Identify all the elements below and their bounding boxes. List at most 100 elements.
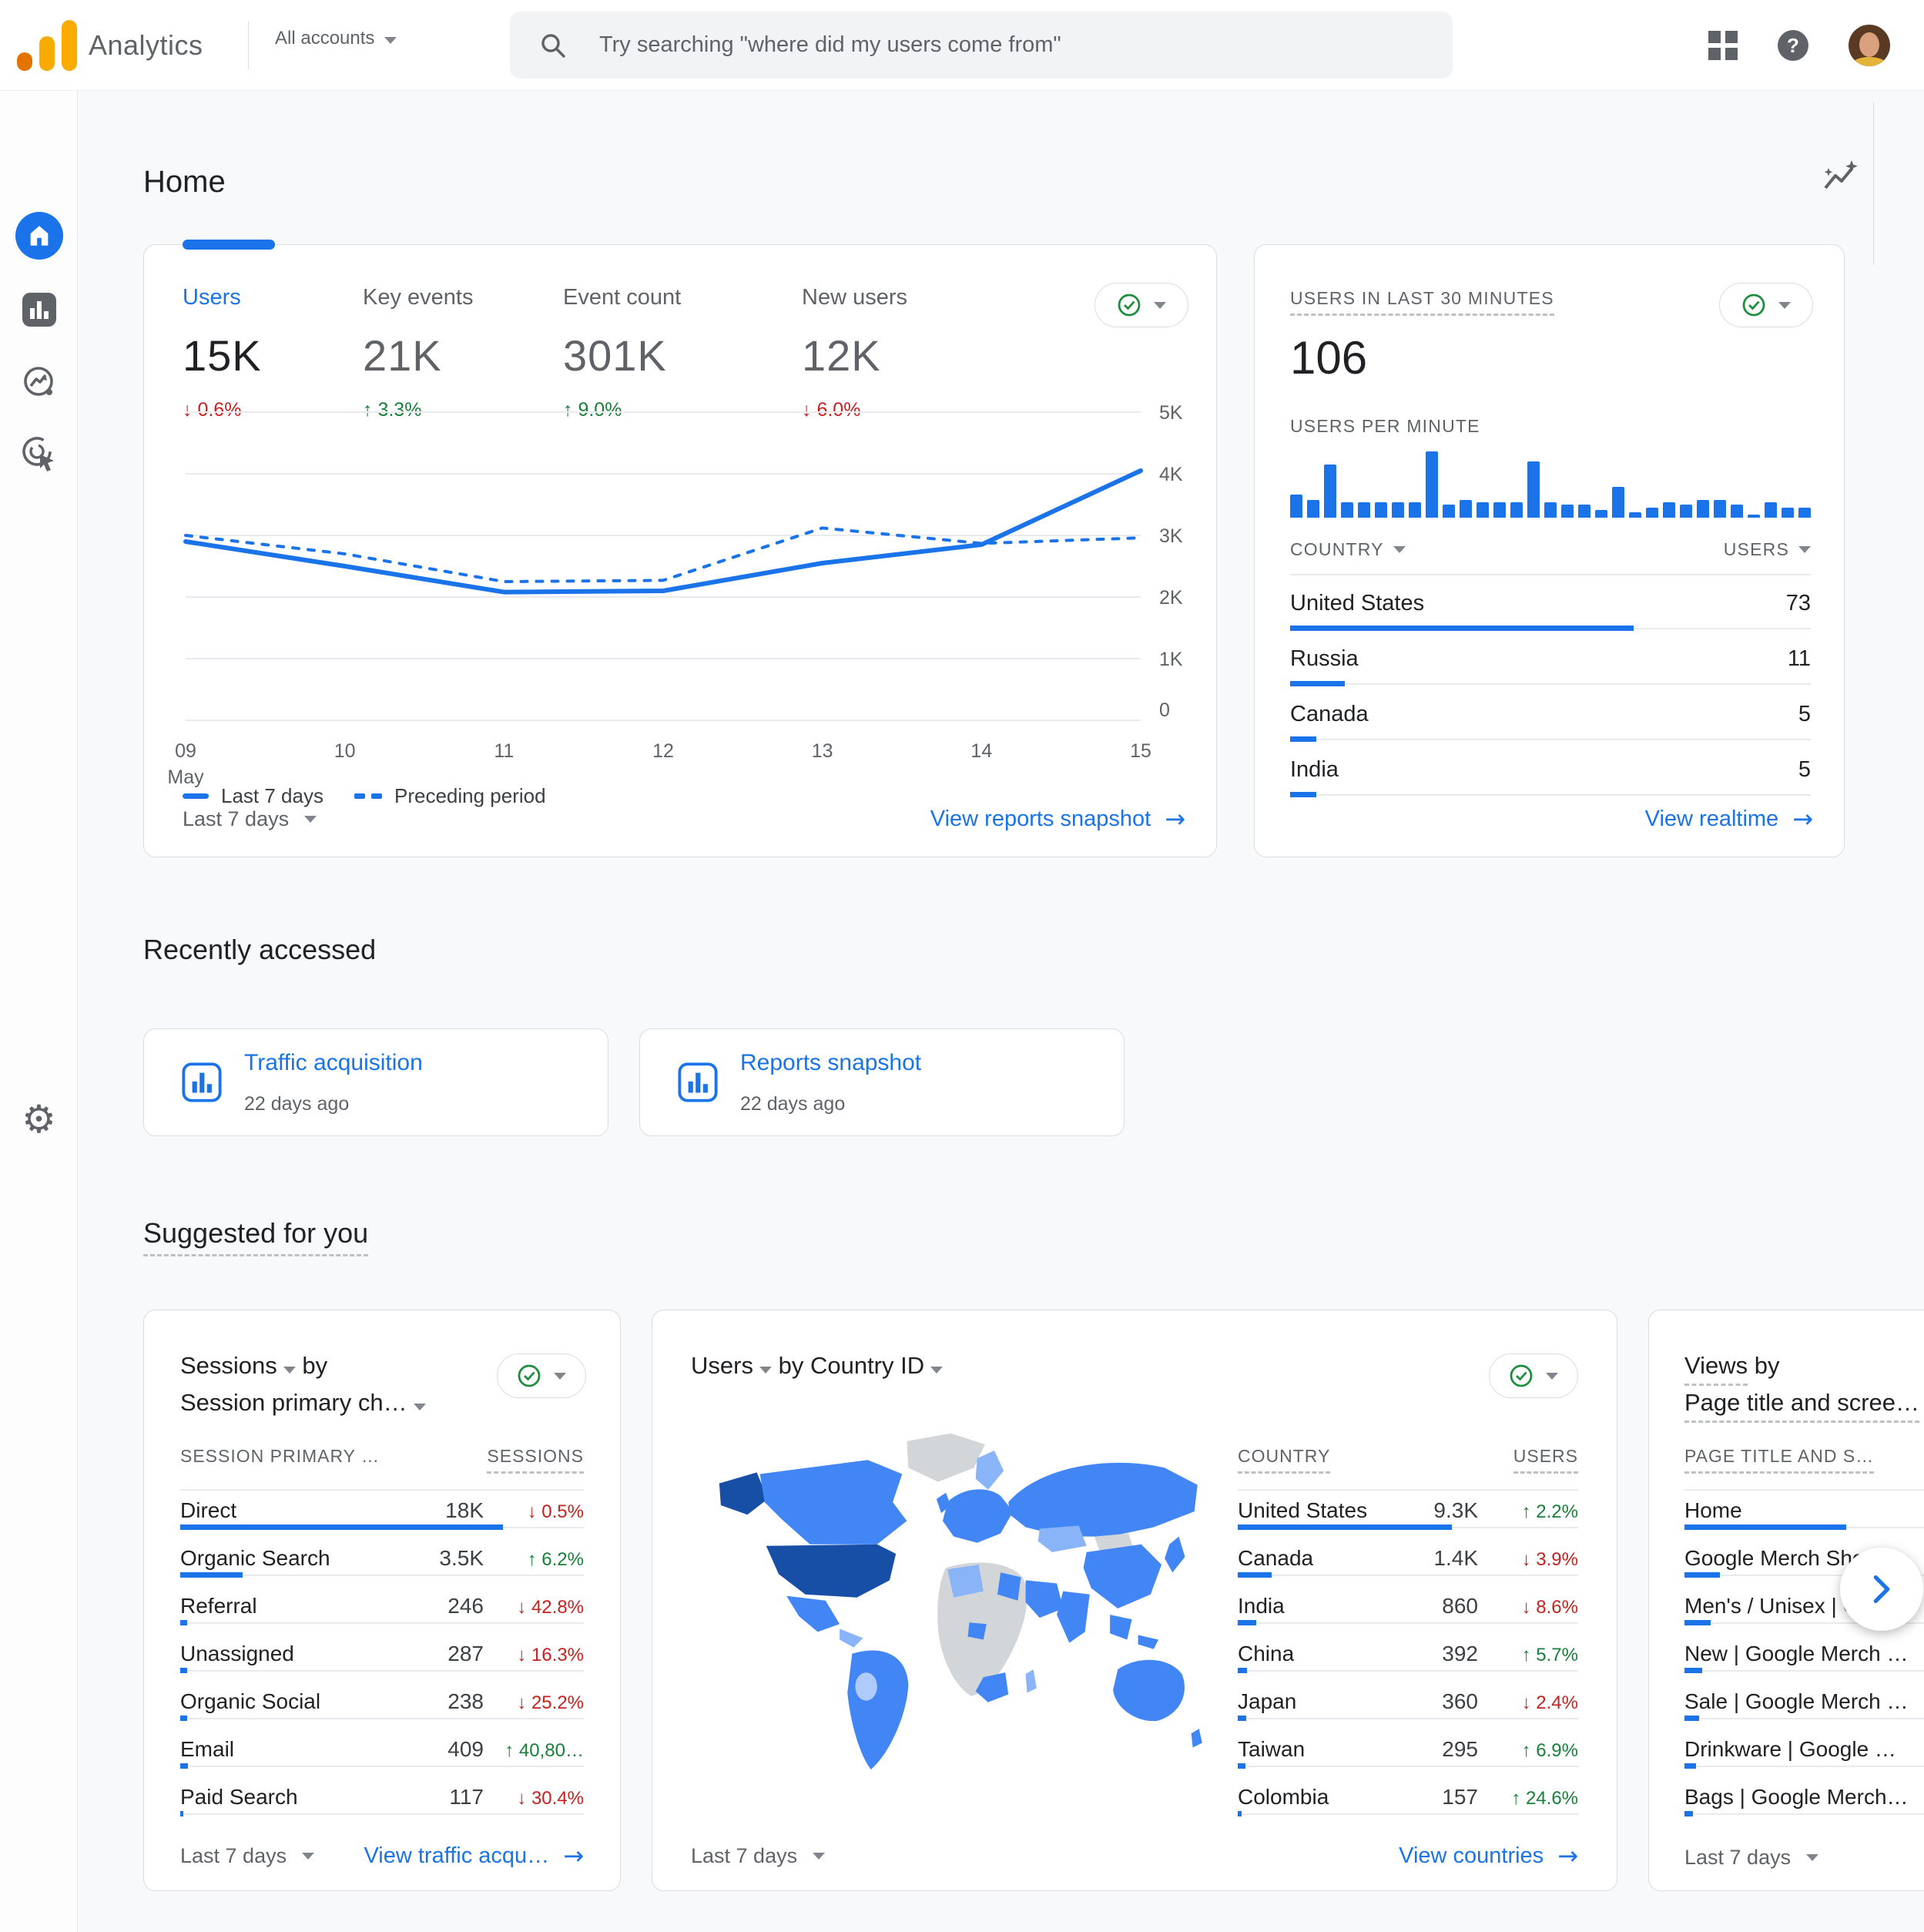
data-quality-dropdown[interactable] <box>1094 283 1188 327</box>
table-row[interactable]: United States 9.3K ↑ 2.2% <box>1238 1491 1578 1538</box>
account-selector[interactable]: All accounts <box>275 26 397 49</box>
metric-value: 12K <box>802 331 881 380</box>
arrow-right-icon: → <box>1165 804 1185 834</box>
svg-text:3K: 3K <box>1159 525 1183 547</box>
table-row[interactable]: Referral 246 ↓ 42.8% <box>180 1586 584 1634</box>
gear-icon: ⚙ <box>22 1097 56 1142</box>
metric-event-count[interactable]: Event count 301K ↑ 9.0% <box>563 285 681 421</box>
apps-grid-icon[interactable] <box>1708 31 1738 60</box>
sidebar-item-advertising[interactable] <box>0 434 78 473</box>
chevron-down-icon <box>1806 1854 1819 1861</box>
recent-card-title: Reports snapshot <box>740 1049 922 1075</box>
column-header-users[interactable]: USERS <box>1724 539 1811 560</box>
minute-bar <box>1544 502 1557 518</box>
carousel-next-button[interactable] <box>1840 1548 1923 1631</box>
table-row[interactable]: Drinkware | Google … <box>1684 1729 1924 1777</box>
table-row[interactable]: Bags | Google Merch… <box>1684 1777 1924 1825</box>
recent-card-traffic-acquisition[interactable]: Traffic acquisition 22 days ago <box>143 1028 608 1136</box>
table-row[interactable]: China 392 ↑ 5.7% <box>1238 1634 1578 1682</box>
arrow-right-icon: → <box>1557 1841 1578 1870</box>
minute-bar <box>1290 495 1302 518</box>
minute-bar <box>1782 508 1794 518</box>
help-icon[interactable]: ? <box>1778 30 1808 61</box>
sidebar-item-admin[interactable]: ⚙ <box>0 1100 78 1139</box>
view-countries-link[interactable]: View countries → <box>1399 1841 1578 1870</box>
view-traffic-acquisition-link[interactable]: View traffic acqu… → <box>364 1841 584 1870</box>
table-row[interactable]: New | Google Merch … <box>1684 1634 1924 1682</box>
svg-text:11: 11 <box>494 740 514 762</box>
table-row[interactable]: Colombia 157 ↑ 24.6% <box>1238 1777 1578 1825</box>
minute-bar <box>1477 502 1489 518</box>
chevron-down-icon <box>384 37 397 44</box>
card-title[interactable]: Views by Page title and scree… <box>1684 1347 1920 1423</box>
minute-bar <box>1714 500 1726 518</box>
data-quality-dropdown[interactable] <box>1719 283 1813 327</box>
chevron-down-icon <box>304 815 317 823</box>
card-title[interactable]: Users by Country ID <box>691 1347 944 1384</box>
table-row[interactable]: Canada 5 <box>1290 697 1811 742</box>
table-row[interactable]: United States 73 <box>1290 586 1811 631</box>
metric-value: 15K <box>183 331 262 380</box>
bar-chart-icon <box>22 293 56 327</box>
insights-icon[interactable] <box>1818 157 1859 199</box>
data-quality-dropdown[interactable] <box>1489 1353 1578 1398</box>
date-range-selector[interactable]: Last 7 days <box>183 807 317 831</box>
table-row[interactable]: Direct 18K ↓ 0.5% <box>180 1491 584 1538</box>
search-icon <box>541 33 565 58</box>
column-header-country[interactable]: COUNTRY <box>1238 1446 1331 1474</box>
column-header-users[interactable]: USERS <box>1513 1446 1578 1474</box>
table-row[interactable]: Home <box>1684 1491 1924 1538</box>
table-row[interactable]: Email 409 ↑ 40,80… <box>180 1729 584 1777</box>
svg-text:5K: 5K <box>1159 402 1183 424</box>
view-reports-snapshot-link[interactable]: View reports snapshot → <box>930 804 1185 834</box>
table-row[interactable]: Paid Search 117 ↓ 30.4% <box>180 1777 584 1825</box>
report-icon <box>182 1062 222 1102</box>
metric-label: Users <box>183 285 241 310</box>
table-row[interactable]: Organic Search 3.5K ↑ 6.2% <box>180 1538 584 1586</box>
metric-label: Event count <box>563 285 682 310</box>
metric-users[interactable]: Users 15K ↓ 0.6% <box>183 285 262 421</box>
date-range-selector[interactable]: Last 7 days <box>1684 1846 1819 1870</box>
table-row[interactable]: Japan 360 ↓ 2.4% <box>1238 1682 1578 1729</box>
sidebar-item-explore[interactable] <box>0 364 78 401</box>
minute-bar <box>1765 502 1777 518</box>
table-row[interactable]: Canada 1.4K ↓ 3.9% <box>1238 1538 1578 1586</box>
column-header-country[interactable]: COUNTRY <box>1290 539 1406 560</box>
table-row[interactable]: India 5 <box>1290 753 1811 797</box>
table-row[interactable]: India 860 ↓ 8.6% <box>1238 1586 1578 1634</box>
metric-new-users[interactable]: New users 12K ↓ 6.0% <box>802 285 907 421</box>
minute-bar <box>1443 505 1455 518</box>
table-row[interactable]: Sale | Google Merch … <box>1684 1682 1924 1729</box>
minute-bar <box>1798 508 1811 518</box>
column-header-page-title[interactable]: PAGE TITLE AND S… <box>1684 1446 1875 1474</box>
sidebar-item-reports[interactable] <box>0 292 78 327</box>
sidebar-item-home[interactable] <box>0 212 78 260</box>
column-header-sessions[interactable]: SESSIONS <box>487 1446 584 1474</box>
svg-text:10: 10 <box>334 740 356 762</box>
column-header-dimension[interactable]: SESSION PRIMARY … <box>180 1446 380 1474</box>
date-range-selector[interactable]: Last 7 days <box>691 1844 826 1868</box>
analytics-logo-icon <box>17 20 79 71</box>
page-title: Home <box>143 165 226 199</box>
table-row[interactable]: Organic Social 238 ↓ 25.2% <box>180 1682 584 1729</box>
chevron-down-icon <box>283 1367 296 1374</box>
search-input[interactable]: Try searching "where did my users come f… <box>510 12 1453 79</box>
users-per-minute-chart <box>1290 451 1811 518</box>
data-quality-dropdown[interactable] <box>497 1353 586 1398</box>
table-row[interactable]: Russia 11 <box>1290 642 1811 686</box>
date-range-selector[interactable]: Last 7 days <box>180 1844 315 1868</box>
avatar[interactable] <box>1849 25 1890 66</box>
check-circle-icon <box>1118 293 1141 317</box>
recent-card-reports-snapshot[interactable]: Reports snapshot 22 days ago <box>639 1028 1125 1136</box>
table-row[interactable]: Taiwan 295 ↑ 6.9% <box>1238 1729 1578 1777</box>
users-per-minute-label: USERS PER MINUTE <box>1290 416 1480 436</box>
card-title[interactable]: Sessions by Session primary ch… <box>180 1347 426 1421</box>
overview-card: Users 15K ↓ 0.6% Key events 21K ↑ 3.3% E… <box>143 240 1217 857</box>
minute-bar <box>1629 512 1641 518</box>
table-row[interactable]: Unassigned 287 ↓ 16.3% <box>180 1634 584 1682</box>
metric-key-events[interactable]: Key events 21K ↑ 3.3% <box>363 285 473 421</box>
view-realtime-link[interactable]: View realtime → <box>1645 804 1813 834</box>
minute-bar <box>1426 451 1438 518</box>
recent-card-title: Traffic acquisition <box>244 1049 423 1075</box>
minute-bar <box>1595 510 1607 518</box>
